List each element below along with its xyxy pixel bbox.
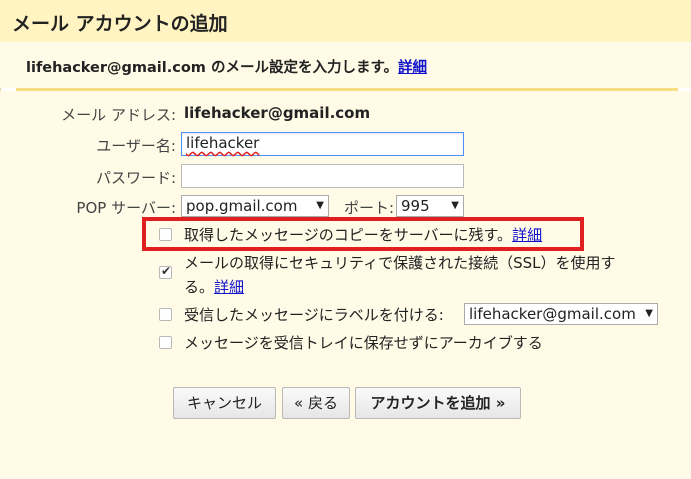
- username-label: ユーザー名:: [96, 137, 176, 155]
- dialog-title: メール アカウントの追加: [12, 13, 228, 35]
- subtitle-bar: lifehacker@gmail.com のメール設定を入力します。詳細: [0, 42, 691, 88]
- pop-server-select-value: pop.gmail.com: [186, 197, 298, 215]
- dropdown-arrow-icon: ▼: [316, 200, 324, 211]
- port-label: ポート:: [343, 199, 394, 217]
- add-account-button[interactable]: アカウントを追加 »: [355, 387, 521, 419]
- subtitle-details-link[interactable]: 詳細: [398, 60, 427, 76]
- back-button[interactable]: « 戻る: [282, 387, 350, 419]
- leave-copy-checkbox[interactable]: [159, 228, 172, 241]
- ssl-label-end: る。: [184, 278, 215, 296]
- label-select[interactable]: lifehacker@gmail.com ▼: [464, 303, 658, 325]
- leave-copy-label: 取得したメッセージのコピーをサーバーに残す。: [184, 226, 513, 244]
- port-select[interactable]: 995 ▼: [396, 195, 464, 217]
- label-incoming-checkbox[interactable]: [159, 308, 172, 321]
- username-input-value: lifehacker: [186, 134, 260, 152]
- port-select-value: 995: [401, 197, 430, 215]
- label-incoming-label: 受信したメッセージにラベルを付ける:: [184, 306, 444, 324]
- ssl-details-link[interactable]: 詳細: [214, 278, 244, 296]
- username-input[interactable]: lifehacker: [181, 132, 464, 156]
- email-value: lifehacker@gmail.com: [184, 104, 371, 122]
- ssl-checkbox[interactable]: ✔: [159, 264, 172, 279]
- subtitle-text: lifehacker@gmail.com のメール設定を入力します。詳細: [26, 56, 427, 77]
- pop-server-select[interactable]: pop.gmail.com ▼: [181, 195, 329, 217]
- label-select-value: lifehacker@gmail.com: [469, 305, 636, 323]
- cancel-button[interactable]: キャンセル: [173, 387, 276, 419]
- pop-server-label: POP サーバー:: [76, 199, 176, 217]
- dropdown-arrow-icon: ▼: [645, 308, 653, 319]
- checkmark-icon: ✔: [161, 264, 172, 278]
- password-label: パスワード:: [95, 169, 176, 187]
- ssl-option-line1: メールの取得にセキュリティで保護された接続（SSL）を使用す: [184, 254, 616, 272]
- archive-label: メッセージを受信トレイに保存せずにアーカイブする: [184, 334, 543, 352]
- archive-checkbox[interactable]: [159, 336, 172, 349]
- ssl-option-line2: る。詳細: [184, 276, 244, 297]
- password-input[interactable]: [181, 164, 464, 188]
- subtitle-label: lifehacker@gmail.com のメール設定を入力します。: [26, 60, 399, 76]
- leave-copy-details-link[interactable]: 詳細: [512, 226, 542, 244]
- leave-copy-option: 取得したメッセージのコピーをサーバーに残す。詳細: [184, 224, 542, 245]
- email-label: メール アドレス:: [61, 106, 176, 124]
- dialog-header: メール アカウントの追加: [0, 0, 691, 42]
- dropdown-arrow-icon: ▼: [451, 200, 459, 211]
